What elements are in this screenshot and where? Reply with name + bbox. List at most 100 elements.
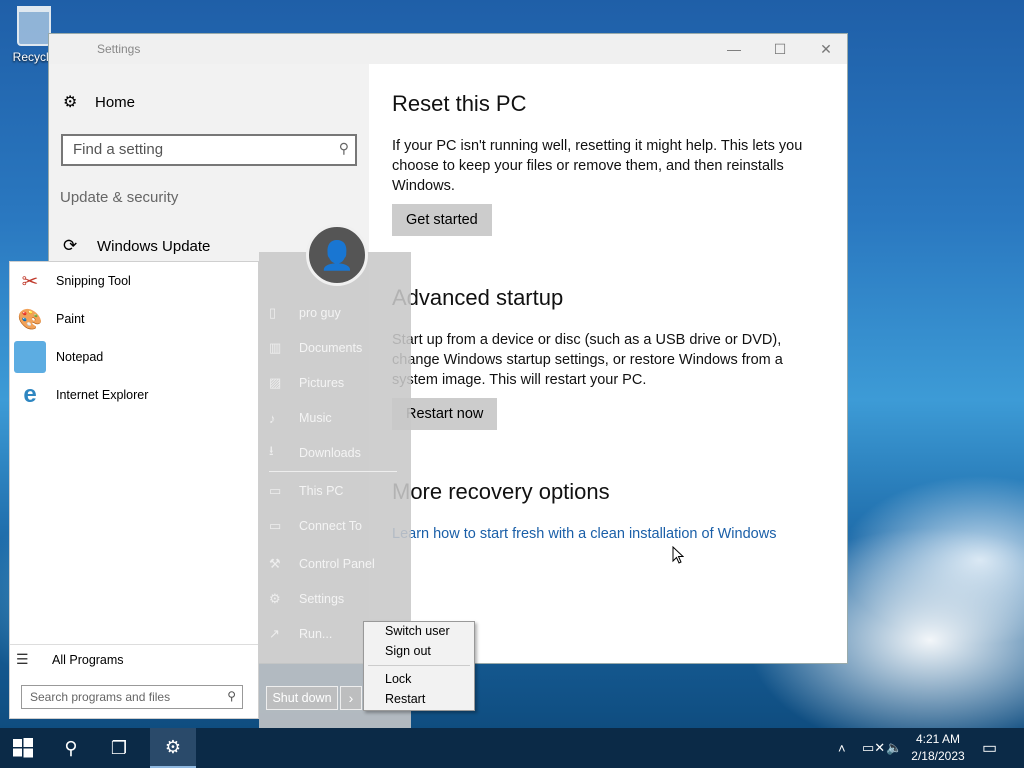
start-menu-left-pane: ✂ Snipping Tool 🎨 Paint Notepad e Intern…: [9, 261, 259, 719]
run-icon: ↗: [269, 626, 280, 641]
recycle-bin-icon: [17, 6, 51, 46]
reset-description: If your PC isn't running well, resetting…: [392, 138, 803, 194]
start-search-placeholder: Search programs and files: [30, 690, 171, 704]
pictures-icon: ▨: [269, 375, 282, 390]
task-view-icon: ❐: [110, 737, 128, 758]
program-label: Paint: [56, 312, 85, 326]
notepad-icon: [14, 341, 46, 373]
start-item-label: Control Panel: [299, 557, 375, 571]
taskbar-clock[interactable]: 4:21 AM 2/18/2023: [906, 731, 970, 765]
internet-explorer-icon: e: [23, 381, 37, 408]
chevron-up-icon: ˄: [838, 740, 846, 756]
clock-time: 4:21 AM: [915, 732, 961, 746]
start-item-label: This PC: [299, 484, 344, 498]
start-item-user[interactable]: ▯ pro guy: [269, 300, 409, 326]
menu-item-switch-user[interactable]: Switch user: [385, 624, 450, 638]
action-center-button[interactable]: ▭: [982, 728, 997, 768]
start-item-settings[interactable]: ⚙ Settings: [269, 586, 409, 612]
start-item-label: Pictures: [299, 376, 345, 390]
start-item-label: Documents: [299, 341, 363, 355]
clean-install-link[interactable]: Learn how to start fresh with a clean in…: [392, 526, 776, 542]
find-setting-input[interactable]: Find a setting ⚲: [61, 134, 357, 166]
volume-muted-icon: 🔈: [886, 740, 903, 755]
reset-title: Reset this PC: [392, 91, 527, 116]
minimize-button[interactable]: —: [711, 34, 757, 64]
sidebar-item-windows-update[interactable]: ⟳ Windows Update: [63, 236, 210, 256]
settings-icon: ⚙: [269, 591, 281, 606]
start-item-label: Connect To: [299, 519, 363, 533]
music-icon: ♪: [269, 410, 276, 426]
control-panel-icon: ⚒: [269, 556, 281, 571]
more-recovery-title: More recovery options: [392, 479, 610, 504]
mouse-cursor-icon: [672, 546, 684, 564]
search-button[interactable]: ⚲: [48, 728, 94, 768]
gear-icon: ⚙: [164, 736, 182, 757]
gear-icon: ⚙: [63, 94, 78, 111]
menu-item-restart[interactable]: Restart: [385, 692, 425, 706]
start-item-downloads[interactable]: ⭳ Downloads: [269, 440, 409, 466]
menu-item-sign-out[interactable]: Sign out: [385, 644, 431, 658]
power-context-menu: Switch user Sign out Lock Restart: [363, 621, 475, 711]
shutdown-button[interactable]: Shut down: [266, 686, 338, 710]
start-item-label: Settings: [299, 592, 345, 606]
this-pc-icon: ▭: [269, 483, 282, 498]
user-avatar[interactable]: 👤: [306, 224, 368, 286]
notification-icon: ▭: [982, 740, 998, 757]
start-item-label: Downloads: [299, 446, 361, 460]
home-nav-item[interactable]: ⚙ Home: [63, 92, 135, 112]
sync-icon: ⟳: [63, 236, 78, 255]
find-setting-placeholder: Find a setting: [73, 141, 164, 158]
program-notepad[interactable]: Notepad: [10, 338, 258, 376]
documents-icon: ▥: [269, 340, 282, 355]
start-item-music[interactable]: ♪ Music: [269, 405, 409, 431]
program-snipping-tool[interactable]: ✂ Snipping Tool: [10, 262, 258, 300]
start-item-label: pro guy: [299, 306, 341, 320]
title-bar[interactable]: Settings — ☐ ✕: [49, 34, 847, 64]
advanced-startup-description: Start up from a device or disc (such as …: [392, 332, 783, 388]
taskbar: ⚲ ❐ ⚙ ˄ ▭✕ 🔈 4:21 AM 2/18/2023 ▭: [0, 728, 1024, 768]
windows-logo-icon: [13, 738, 33, 758]
all-programs-label: All Programs: [52, 652, 124, 667]
start-search-input[interactable]: Search programs and files ⚲: [21, 685, 243, 709]
list-icon: ☰: [16, 651, 29, 667]
advanced-startup-title: Advanced startup: [392, 285, 564, 310]
snipping-tool-icon: ✂: [21, 270, 39, 293]
start-item-documents[interactable]: ▥ Documents: [269, 335, 409, 361]
start-item-label: Run...: [299, 627, 333, 641]
get-started-button[interactable]: Get started: [392, 204, 492, 236]
home-label: Home: [95, 93, 136, 111]
section-title: Update & security: [60, 189, 179, 206]
clock-date: 2/18/2023: [911, 749, 965, 763]
window-title: Settings: [97, 42, 141, 56]
close-button[interactable]: ✕: [803, 34, 849, 64]
start-item-pictures[interactable]: ▨ Pictures: [269, 370, 409, 396]
start-item-connect-to[interactable]: ▭ Connect To: [269, 513, 409, 539]
show-hidden-icons-button[interactable]: ˄: [838, 728, 846, 768]
windows-update-label: Windows Update: [97, 237, 211, 255]
program-paint[interactable]: 🎨 Paint: [10, 300, 258, 338]
taskbar-settings-app[interactable]: ⚙: [150, 728, 196, 768]
task-view-button[interactable]: ❐: [96, 728, 142, 768]
start-item-label: Music: [299, 411, 332, 425]
start-menu-divider: [269, 471, 397, 472]
paint-icon: 🎨: [17, 308, 43, 331]
program-internet-explorer[interactable]: e Internet Explorer: [10, 376, 258, 414]
search-icon: ⚲: [227, 689, 236, 703]
search-icon: ⚲: [64, 737, 78, 758]
network-status[interactable]: ▭✕: [862, 728, 885, 768]
start-item-control-panel[interactable]: ⚒ Control Panel: [269, 551, 409, 577]
user-folder-icon: ▯: [269, 305, 277, 320]
all-programs-button[interactable]: ☰ All Programs: [10, 644, 258, 674]
program-label: Notepad: [56, 350, 104, 364]
network-disconnected-icon: ▭✕: [862, 740, 886, 755]
menu-divider: [368, 665, 470, 666]
downloads-icon: ⭳: [269, 443, 274, 458]
start-item-this-pc[interactable]: ▭ This PC: [269, 478, 409, 504]
shutdown-options-button[interactable]: ›: [340, 686, 362, 710]
user-icon: 👤: [319, 239, 355, 271]
volume-status[interactable]: 🔈: [886, 728, 902, 768]
menu-item-lock[interactable]: Lock: [385, 672, 411, 686]
chevron-right-icon: ›: [348, 690, 354, 706]
start-button[interactable]: [0, 728, 46, 768]
maximize-button[interactable]: ☐: [757, 34, 803, 64]
